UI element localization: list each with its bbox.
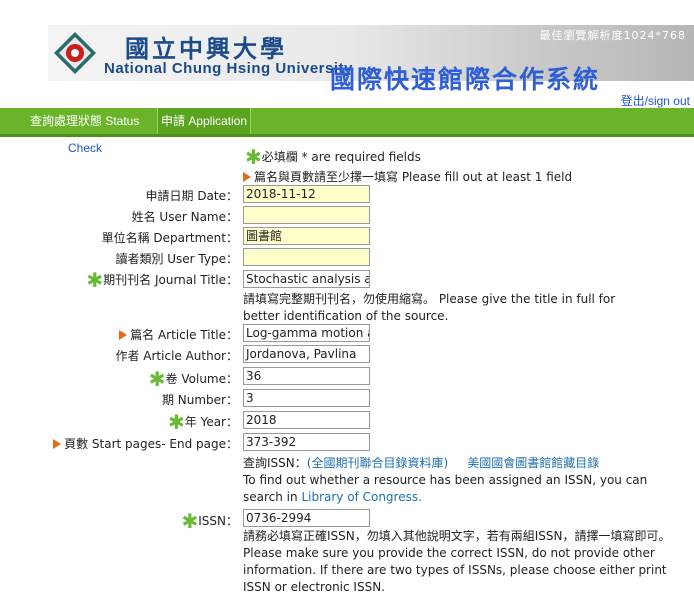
year-field[interactable]: 2018: [243, 411, 370, 429]
date-label: 申請日期 Date：: [145, 189, 239, 203]
required-note-text: 必填欄 * are required fields: [261, 150, 421, 164]
signout-link[interactable]: 登出/sign out: [621, 92, 690, 109]
fill-one-note-text: 篇名與頁數請至少擇一填寫 Please fill out at least 1 …: [254, 170, 573, 184]
year-label-wrap: ✱年 Year：: [168, 410, 238, 434]
user-type-field[interactable]: [243, 248, 370, 266]
department-field[interactable]: 圖書館: [243, 227, 370, 245]
volume-field[interactable]: 36: [243, 367, 370, 385]
star-icon: ✱: [148, 367, 166, 391]
pages-field[interactable]: 373-392: [243, 433, 370, 451]
article-title-label-wrap: 篇名 Article Title：: [119, 326, 238, 343]
star-icon: ✱: [245, 145, 262, 169]
orange-triangle-icon: [119, 330, 128, 340]
star-icon: ✱: [181, 509, 199, 533]
resolution-note: 最佳瀏覽解析度1024*768: [539, 29, 686, 42]
loc-catalog-link[interactable]: 美國國會圖書館館藏目錄: [467, 456, 599, 470]
issn-lookup-info: To find out whether a resource has been …: [243, 472, 683, 506]
user-type-label: 讀者類別 User Type：: [115, 252, 238, 266]
pages-label-wrap: 頁數 Start pages- End page：: [53, 435, 238, 452]
star-icon: ✱: [168, 410, 185, 434]
number-field[interactable]: 3: [243, 389, 370, 407]
date-field[interactable]: 2018-11-12: [243, 185, 370, 203]
union-catalog-link[interactable]: (全國期刊聯合目錄資料庫): [307, 456, 448, 470]
article-title-label: 篇名 Article Title：: [130, 328, 238, 342]
issn-lookup-line: 查詢ISSN：(全國期刊聯合目錄資料庫) 美國國會圖書館館藏目錄: [243, 455, 599, 472]
university-name-en: National Chung Hsing University: [104, 60, 353, 77]
library-of-congress-link[interactable]: Library of Congress.: [301, 490, 421, 504]
journal-title-hint: 請填寫完整期刊刊名，勿使用縮寫。 Please give the title i…: [243, 292, 616, 323]
issn-label: ISSN：: [198, 514, 238, 528]
pages-label: 頁數 Start pages- End page：: [64, 437, 238, 451]
main-nav: 查詢處理狀態 Status 申請 Application: [0, 108, 694, 137]
journal-title-label-wrap: ✱期刊刊名 Journal Title：: [86, 268, 238, 292]
nav-application-tab[interactable]: 申請 Application: [157, 108, 252, 134]
star-icon: ✱: [86, 268, 104, 292]
orange-triangle-icon: [243, 172, 251, 182]
system-title: 國際快速館際合作系統: [330, 65, 601, 94]
university-seal-icon: [54, 32, 96, 74]
issn-lookup-prefix: 查詢ISSN：: [243, 456, 307, 470]
article-title-field[interactable]: Log-gamma motion as: [243, 324, 370, 342]
issn-field[interactable]: 0736-2994: [243, 509, 370, 527]
user-name-field[interactable]: [243, 206, 370, 224]
required-note: ✱必填欄 * are required fields: [245, 145, 421, 169]
journal-title-label: 期刊刊名 Journal Title：: [103, 273, 238, 287]
journal-title-field[interactable]: Stochastic analysis and: [243, 270, 370, 288]
number-label: 期 Number：: [161, 393, 238, 407]
department-label: 單位名稱 Department：: [101, 231, 238, 245]
header: 國立中興大學 National Chung Hsing University 最…: [0, 0, 694, 108]
issn-label-wrap: ✱ISSN：: [181, 509, 238, 533]
user-name-label: 姓名 User Name：: [131, 210, 238, 224]
volume-label: 卷 Volume：: [165, 372, 238, 386]
orange-triangle-icon: [53, 439, 62, 449]
check-link[interactable]: Check: [68, 141, 102, 155]
university-name-cn: 國立中興大學: [125, 34, 287, 63]
article-author-field[interactable]: Jordanova, Pavlina: [243, 345, 370, 363]
issn-hint: 請務必填寫正確ISSN，勿填入其他說明文字，若有兩組ISSN，請擇一填寫即可。 …: [243, 529, 671, 594]
article-author-label: 作者 Article Author：: [115, 349, 238, 363]
nav-status-tab[interactable]: 查詢處理狀態 Status: [30, 108, 139, 134]
year-label: 年 Year：: [184, 415, 238, 429]
fill-one-note: 篇名與頁數請至少擇一填寫 Please fill out at least 1 …: [243, 168, 572, 185]
volume-label-wrap: ✱卷 Volume：: [149, 367, 238, 391]
